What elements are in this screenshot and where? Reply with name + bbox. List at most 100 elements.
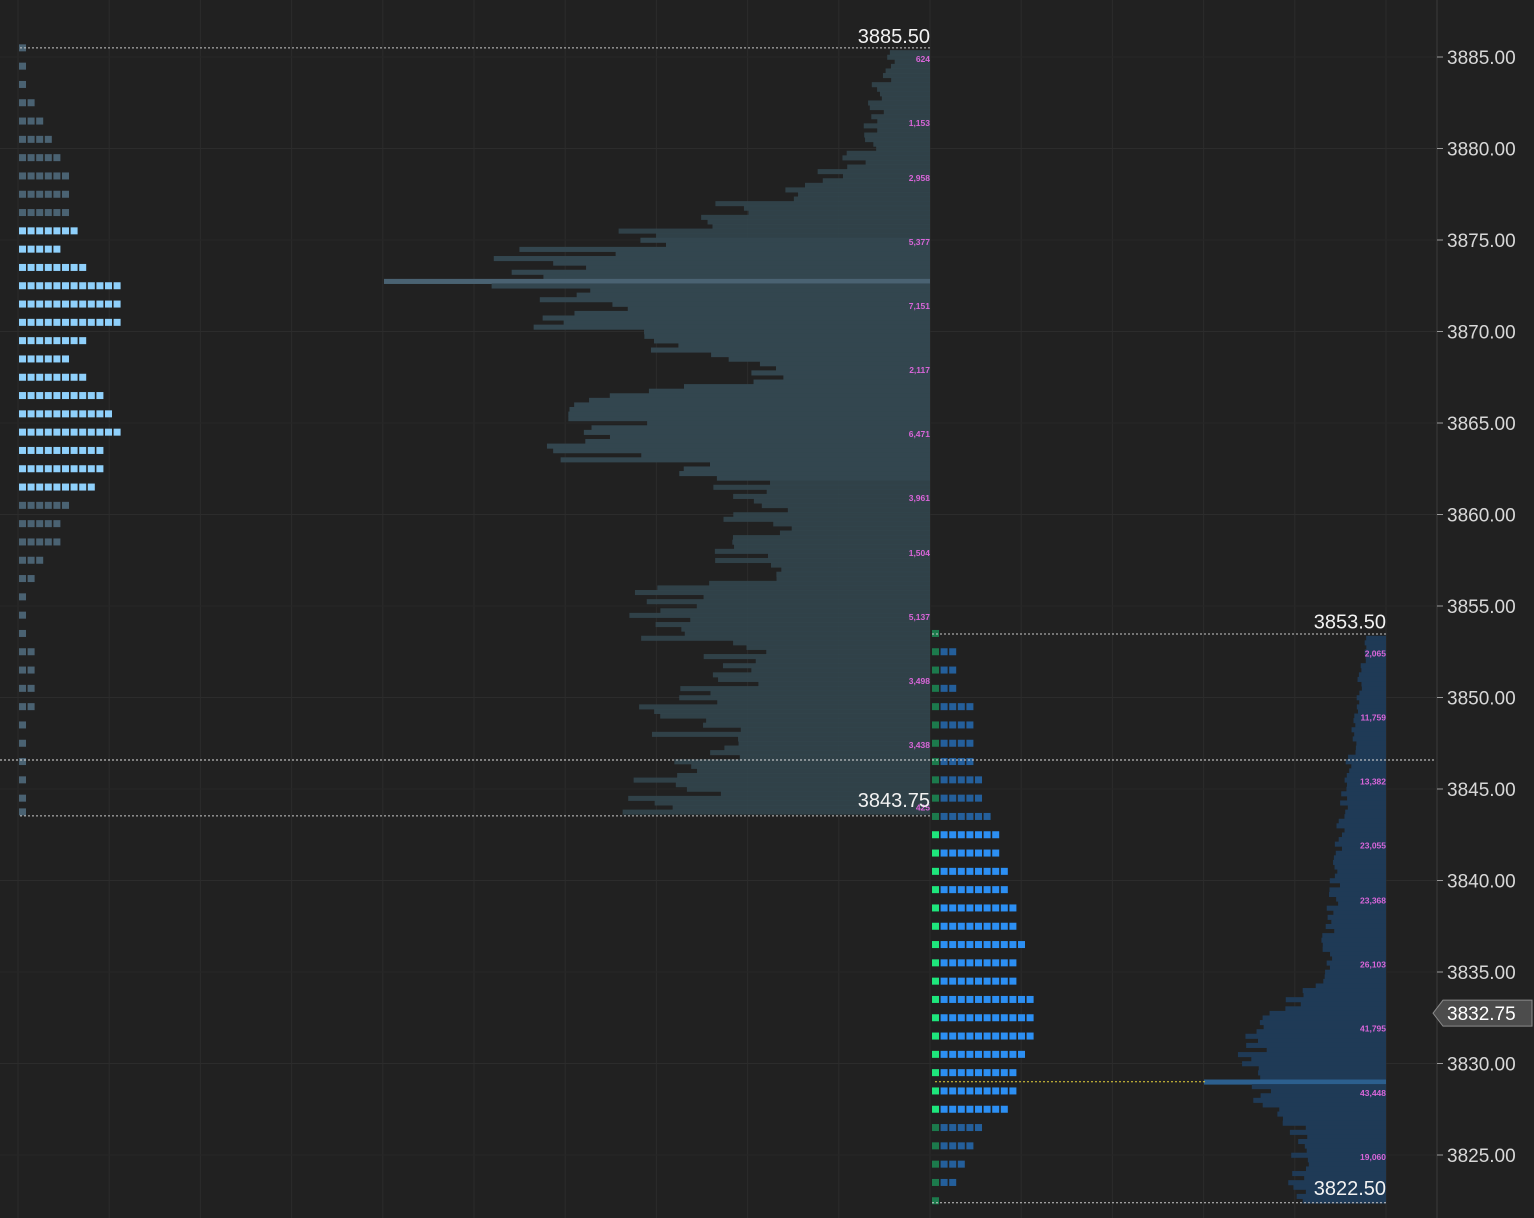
tpo-block: [949, 721, 957, 729]
volume-label: 23,055: [1360, 841, 1386, 851]
tpo-block: [62, 263, 69, 271]
volume-bar: [1260, 1074, 1386, 1081]
tpo-block: [44, 337, 52, 345]
volume-bar: [732, 535, 930, 541]
tpo-block: [949, 1032, 957, 1040]
tpo-block: [113, 318, 121, 326]
tpo-block: [940, 1124, 948, 1132]
volume-bar: [804, 182, 930, 188]
tpo-block: [932, 904, 939, 912]
tpo-block: [62, 483, 69, 491]
volume-bar: [1338, 818, 1386, 824]
tpo-block: [1009, 977, 1017, 985]
tpo-block: [966, 1105, 974, 1113]
volume-bar: [1269, 1010, 1386, 1016]
tpo-block: [940, 941, 948, 949]
tpo-block: [79, 410, 87, 418]
volume-bar: [511, 269, 930, 275]
chart-canvas[interactable]: 624 1,153 2,958 5,377 7,151 2,117 6,471 3,961 1,…: [0, 0, 1534, 1218]
tpo-block: [957, 758, 965, 766]
price-tick-label: 3875.00: [1447, 231, 1516, 252]
tpo-block: [19, 62, 26, 70]
volume-bar: [639, 704, 930, 710]
tpo-block: [983, 1032, 991, 1040]
volume-bar: [865, 159, 930, 166]
tpo-block: [983, 1087, 991, 1095]
tpo-block: [1026, 1032, 1034, 1040]
tpo-block: [932, 776, 939, 784]
tpo-block: [44, 227, 52, 235]
price-tick-label: 3845.00: [1447, 780, 1516, 801]
volume-label: 43,448: [1360, 1088, 1386, 1098]
tpo-block: [96, 446, 104, 454]
tpo-block: [96, 428, 104, 436]
tpo-block: [27, 318, 35, 326]
market-profile-chart[interactable]: 624 1,153 2,958 5,377 7,151 2,117 6,471 3,961 1,…: [0, 0, 1534, 1218]
tpo-block: [96, 410, 104, 418]
tpo-block: [949, 684, 957, 692]
tpo-block: [79, 392, 87, 400]
tpo-block: [966, 721, 974, 729]
tpo-block: [27, 190, 35, 198]
volume-bar: [690, 617, 930, 623]
volume-label: 19,060: [1360, 1152, 1386, 1162]
tpo-block: [940, 922, 948, 930]
tpo-block: [932, 867, 939, 875]
volume-bar: [864, 132, 930, 138]
tpo-block: [62, 300, 69, 308]
volume-bar: [779, 530, 930, 536]
tpo-block: [36, 483, 44, 491]
volume-bar: [1358, 672, 1386, 678]
tpo-block: [966, 904, 974, 912]
volume-bar: [1303, 992, 1386, 998]
tpo-block: [96, 282, 104, 290]
tpo-block: [36, 373, 44, 381]
tpo-block: [992, 1105, 1000, 1113]
tpo-block: [27, 392, 35, 400]
tpo-block: [27, 703, 35, 711]
volume-bar: [743, 205, 930, 211]
tpo-block: [932, 721, 939, 729]
tpo-block: [96, 392, 104, 400]
tpo-block: [992, 867, 1000, 875]
tpo-block: [949, 941, 957, 949]
volume-bar: [1341, 832, 1386, 838]
volume-bar: [871, 82, 930, 88]
volume-bar: [1361, 667, 1386, 673]
volume-bar: [1359, 699, 1386, 705]
price-tick-label: 3850.00: [1447, 689, 1516, 710]
tpo-block: [932, 995, 939, 1003]
volume-bar: [533, 324, 930, 330]
tpo-block: [44, 190, 52, 198]
tpo-block: [975, 922, 982, 930]
tpo-block: [957, 977, 965, 985]
volume-bar: [715, 557, 930, 564]
tpo-block: [105, 282, 112, 290]
tpo-block: [44, 392, 52, 400]
tpo-block: [940, 812, 948, 820]
tpo-block: [940, 1160, 948, 1168]
tpo-block: [949, 1160, 957, 1168]
tpo-block: [27, 538, 35, 546]
tpo-block: [949, 794, 957, 802]
volume-bar: [1351, 727, 1386, 733]
tpo-block: [19, 520, 26, 528]
volume-bar: [766, 489, 930, 495]
tpo-block: [36, 190, 44, 198]
tpo-block: [36, 556, 44, 564]
tpo-block: [940, 1014, 948, 1022]
tpo-block: [36, 465, 44, 473]
tpo-block: [36, 392, 44, 400]
tpo-block: [62, 355, 69, 363]
volume-bar: [1305, 1125, 1386, 1131]
volume-bar: [563, 320, 930, 326]
tpo-block: [27, 282, 35, 290]
volume-bar: [1304, 1143, 1386, 1149]
tpo-block: [932, 1032, 939, 1040]
price-tick-label: 3885.00: [1447, 48, 1516, 69]
tpo-block: [932, 886, 939, 894]
tpo-block: [44, 245, 52, 253]
tpo-block: [983, 886, 991, 894]
tpo-block: [44, 209, 52, 217]
tpo-block: [62, 392, 69, 400]
